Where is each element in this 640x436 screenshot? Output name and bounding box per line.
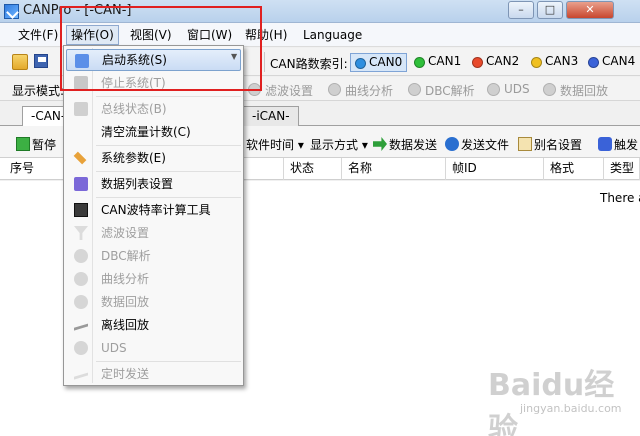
baidu-watermark-url: jingyan.baidu.com xyxy=(520,402,622,415)
menu-language[interactable]: Language xyxy=(299,27,366,44)
menu-dbc-parse: DBC解析 xyxy=(66,245,241,267)
operation-menu: 启动系统(S) ▼ 停止系统(T) 总线状态(B) 清空流量计数(C) 系统参数… xyxy=(63,45,244,386)
can-index-label: CAN路数索引: xyxy=(270,57,348,71)
curve-icon xyxy=(74,272,88,286)
display-mode-label: 显示模式: xyxy=(12,84,65,98)
menu-bus-status: 总线状态(B) xyxy=(66,98,241,120)
can3-label: CAN3 xyxy=(545,54,579,68)
data-send-button[interactable]: 数据发送 xyxy=(373,136,437,153)
trigger-button[interactable]: 触发 xyxy=(598,136,638,153)
menu-timed-send: 定时发送 xyxy=(66,363,241,385)
bus-status-icon xyxy=(74,102,88,116)
data-playback-button[interactable]: 数据回放 xyxy=(543,82,608,99)
dbc-icon xyxy=(408,83,421,96)
can4-label: CAN4 xyxy=(602,54,636,68)
pause-icon xyxy=(16,137,30,151)
send-arrow-icon xyxy=(373,137,387,151)
offline-playback-icon xyxy=(74,323,88,331)
can1-label: CAN1 xyxy=(428,54,462,68)
pause-button[interactable]: 暂停 xyxy=(16,136,56,153)
grid-empty-message: There a xyxy=(600,191,640,205)
filter-icon xyxy=(74,226,88,240)
menu-filter-settings: 滤波设置 xyxy=(66,222,241,244)
can2-status-icon xyxy=(472,57,483,68)
playback-icon xyxy=(74,295,88,309)
can0-status-icon xyxy=(355,58,366,69)
menu-curve-analysis: 曲线分析 xyxy=(66,268,241,290)
can0-label: CAN0 xyxy=(369,55,403,69)
curve-icon xyxy=(328,83,341,96)
dbc-parse-button[interactable]: DBC解析 xyxy=(408,82,475,99)
baidu-watermark-logo: Baidu经验 xyxy=(488,368,615,436)
send-file-button[interactable]: 发送文件 xyxy=(445,136,509,153)
annotation-highlight-box xyxy=(60,6,262,91)
software-time-dropdown[interactable]: 软件时间 ▾ xyxy=(246,136,304,153)
trigger-icon xyxy=(598,137,612,151)
uds-icon xyxy=(487,83,500,96)
app-logo-icon xyxy=(4,4,19,19)
menu-offline-playback[interactable]: 离线回放 xyxy=(66,314,241,336)
can4-status-icon xyxy=(588,57,599,68)
can1-button[interactable]: CAN1 xyxy=(410,53,465,72)
wrench-icon xyxy=(73,151,87,165)
menu-clear-counter[interactable]: 清空流量计数(C) xyxy=(66,121,241,143)
minimize-button[interactable]: – xyxy=(508,1,534,19)
timer-send-icon xyxy=(74,372,88,380)
maximize-button[interactable]: □ xyxy=(537,1,563,19)
col-frame-id[interactable]: 帧ID xyxy=(446,158,544,180)
col-type[interactable]: 类型 xyxy=(604,158,640,180)
menu-data-list-settings[interactable]: 数据列表设置 xyxy=(66,173,241,195)
open-folder-icon[interactable] xyxy=(12,54,28,70)
save-disk-icon[interactable] xyxy=(34,54,48,68)
uds-icon xyxy=(74,341,88,355)
col-name[interactable]: 名称 xyxy=(342,158,446,180)
can2-button[interactable]: CAN2 xyxy=(468,53,523,72)
close-button[interactable]: ✕ xyxy=(566,1,614,19)
can4-button[interactable]: CAN4 xyxy=(584,53,639,72)
alias-icon xyxy=(518,137,532,151)
calculator-icon xyxy=(74,203,88,217)
dbc-icon xyxy=(74,249,88,263)
playback-icon xyxy=(543,83,556,96)
data-list-icon xyxy=(74,177,88,191)
menu-uds: UDS xyxy=(66,337,241,359)
can3-status-icon xyxy=(531,57,542,68)
uds-button[interactable]: UDS xyxy=(487,82,530,96)
tab-ican[interactable]: -iCAN- xyxy=(243,106,299,127)
display-mode-dropdown[interactable]: 显示方式 ▾ xyxy=(310,136,368,153)
can0-button[interactable]: CAN0 xyxy=(350,53,408,72)
curve-analysis-button[interactable]: 曲线分析 xyxy=(328,82,393,99)
col-status[interactable]: 状态 xyxy=(284,158,342,180)
can1-status-icon xyxy=(414,57,425,68)
col-format[interactable]: 格式 xyxy=(544,158,604,180)
menu-system-params[interactable]: 系统参数(E) xyxy=(66,147,241,169)
send-file-icon xyxy=(445,137,459,151)
can2-label: CAN2 xyxy=(486,54,520,68)
alias-settings-button[interactable]: 别名设置 xyxy=(518,136,582,153)
menu-baudrate-calculator[interactable]: CAN波特率计算工具 xyxy=(66,199,241,221)
can3-button[interactable]: CAN3 xyxy=(527,53,582,72)
menu-data-playback: 数据回放 xyxy=(66,291,241,313)
menu-file[interactable]: 文件(F) xyxy=(14,27,62,44)
